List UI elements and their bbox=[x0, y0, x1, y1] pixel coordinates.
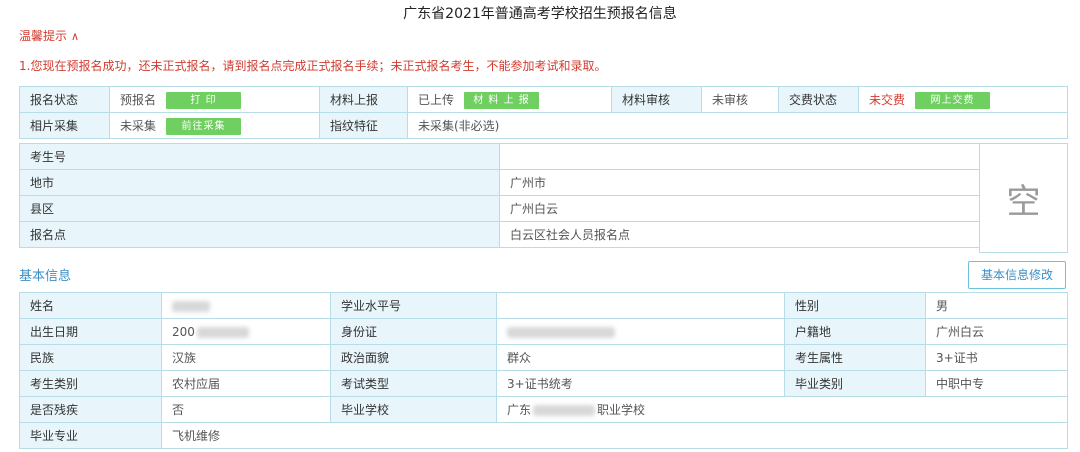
site-value: 白云区社会人员报名点 bbox=[499, 221, 980, 248]
basic-info-heading: 基本信息 bbox=[19, 269, 72, 284]
redacted-birth bbox=[196, 326, 249, 338]
school-label: 毕业学校 bbox=[330, 396, 497, 423]
level-no-value bbox=[496, 292, 785, 319]
page-title: 广东省2021年普通高考学校招生预报名信息 bbox=[403, 6, 677, 22]
name-label: 姓名 bbox=[19, 292, 162, 319]
gender-label: 性别 bbox=[784, 292, 926, 319]
redacted-name bbox=[172, 300, 210, 312]
tip-title: 温馨提示 bbox=[19, 29, 68, 43]
political-label: 政治面貌 bbox=[330, 344, 497, 371]
id-label: 身份证 bbox=[330, 318, 497, 345]
county-value: 广州白云 bbox=[499, 195, 980, 222]
tip-toggle[interactable]: 温馨提示 ∧ bbox=[19, 27, 79, 44]
city-value: 广州市 bbox=[499, 169, 980, 196]
edit-basic-info-button[interactable]: 基本信息修改 bbox=[968, 261, 1066, 289]
basic-info-table: 姓名 学业水平号 性别 男 出生日期 200 身份证 户籍地 广州白云 民族 汉… bbox=[19, 292, 1068, 449]
tip-message: 1.您现在预报名成功，还未正式报名，请到报名点完成正式报名手续；未正式报名考生，… bbox=[19, 59, 607, 73]
grad-type-value: 中职中专 bbox=[925, 370, 1068, 397]
hukou-label: 户籍地 bbox=[784, 318, 926, 345]
material-upload-label: 材料上报 bbox=[319, 86, 408, 113]
payment-status-value: 未交费 bbox=[869, 92, 906, 107]
exam-no-label: 考生号 bbox=[19, 143, 500, 170]
county-label: 县区 bbox=[19, 195, 500, 222]
category-label: 考生类别 bbox=[19, 370, 162, 397]
exam-type-value: 3+证书统考 bbox=[496, 370, 785, 397]
ethnic-label: 民族 bbox=[19, 344, 162, 371]
attr-value: 3+证书 bbox=[925, 344, 1068, 371]
exam-info-table: 考生号 地市 广州市 县区 广州白云 报名点 白云区社会人员报名点 bbox=[19, 143, 980, 248]
redacted-school bbox=[533, 405, 596, 416]
pay-online-button[interactable]: 网上交费 bbox=[915, 91, 991, 109]
material-review-value: 未审核 bbox=[701, 86, 779, 113]
major-label: 毕业专业 bbox=[19, 422, 162, 449]
photo-value: 未采集 bbox=[120, 118, 157, 133]
ethnic-value: 汉族 bbox=[161, 344, 331, 371]
hukou-value: 广州白云 bbox=[925, 318, 1068, 345]
reg-status-label: 报名状态 bbox=[19, 86, 110, 113]
status-table: 报名状态 预报名打 印 材料上报 已上传材 料 上 报 材料审核 未审核 交费状… bbox=[19, 86, 1068, 139]
redacted-id bbox=[507, 326, 615, 338]
attr-label: 考生属性 bbox=[784, 344, 926, 371]
reg-status-value: 预报名 bbox=[120, 92, 157, 107]
print-button[interactable]: 打 印 bbox=[166, 91, 242, 109]
photo-label: 相片采集 bbox=[19, 112, 110, 139]
school-prefix: 广东 bbox=[507, 403, 532, 417]
chevron-up-icon: ∧ bbox=[71, 30, 80, 43]
disabled-label: 是否残疾 bbox=[19, 396, 162, 423]
go-collect-button[interactable]: 前往采集 bbox=[166, 117, 242, 135]
political-value: 群众 bbox=[496, 344, 785, 371]
exam-no-value bbox=[499, 143, 980, 170]
category-value: 农村应届 bbox=[161, 370, 331, 397]
birth-label: 出生日期 bbox=[19, 318, 162, 345]
disabled-value: 否 bbox=[161, 396, 331, 423]
material-review-label: 材料审核 bbox=[611, 86, 702, 113]
site-label: 报名点 bbox=[19, 221, 500, 248]
major-value: 飞机维修 bbox=[161, 422, 1068, 449]
photo-placeholder: 空 bbox=[979, 143, 1068, 253]
grad-type-label: 毕业类别 bbox=[784, 370, 926, 397]
city-label: 地市 bbox=[19, 169, 500, 196]
level-no-label: 学业水平号 bbox=[330, 292, 497, 319]
fingerprint-value: 未采集(非必选) bbox=[407, 112, 1068, 139]
material-upload-value: 已上传 bbox=[418, 92, 455, 107]
gender-value: 男 bbox=[925, 292, 1068, 319]
material-upload-button[interactable]: 材 料 上 报 bbox=[464, 91, 540, 109]
fingerprint-label: 指纹特征 bbox=[319, 112, 408, 139]
payment-label: 交费状态 bbox=[778, 86, 859, 113]
exam-type-label: 考试类型 bbox=[330, 370, 497, 397]
school-suffix: 职业学校 bbox=[597, 403, 646, 417]
birth-value: 200 bbox=[172, 324, 195, 339]
